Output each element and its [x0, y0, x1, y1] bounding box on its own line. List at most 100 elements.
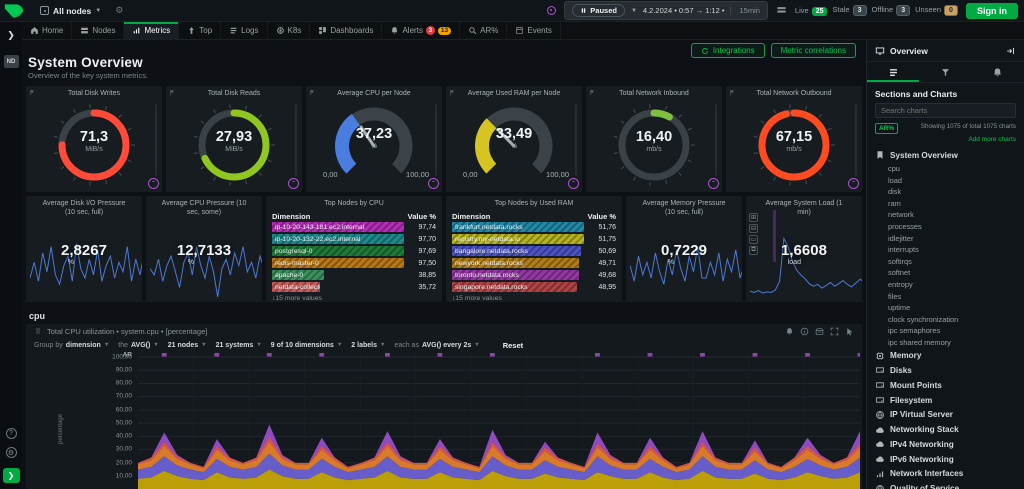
gauge-card-4[interactable]: Total Network Inbound 16,40 mb/s ⌃ [586, 86, 722, 192]
sidebar-subitem-uptime[interactable]: uptime [867, 302, 1024, 314]
sidebar-subitem-processes[interactable]: processes [867, 221, 1024, 233]
anomaly-badge[interactable]: ⌃ [568, 177, 579, 189]
top-nodes-table[interactable]: Top Nodes by Used RAM Dimension Value % f… [446, 195, 622, 302]
tab-alerts[interactable]: Alerts 3 13 [382, 22, 461, 39]
gauge-card-5[interactable]: Total Network Outbound 67,15 mb/s ⌃ [726, 86, 862, 192]
alerts-bell-icon[interactable] [785, 327, 794, 336]
node-selector[interactable]: All nodes ▼ ⚙ [40, 5, 123, 16]
groupby-dropdown[interactable]: Group by dimension ▼ [34, 342, 109, 349]
sidebar-subitem-files[interactable]: files [867, 290, 1024, 302]
node-state-filter-icon[interactable] [776, 5, 787, 16]
ar-badge[interactable]: AR% [875, 123, 899, 134]
top-nodes-table[interactable]: Top Nodes by CPU Dimension Value % ip-10-… [266, 195, 442, 302]
sidebar-section-memory[interactable]: Memory [867, 348, 1024, 363]
help-icon[interactable]: ? [5, 428, 17, 439]
node-state-unseen[interactable]: Unseen 0 [915, 5, 958, 16]
table-row[interactable]: singapore.netdata.rocks 48,95 [452, 282, 616, 293]
sidebar-subitem-interrupts[interactable]: interrupts [867, 244, 1024, 256]
pressure-card[interactable]: Average System Load (1 min) ⊞ ⊟ ▭ ⧉ 1,66… [746, 195, 862, 302]
anomaly-badge[interactable]: ⌃ [288, 177, 299, 189]
groupby-dropdown[interactable]: 21 nodes ▼ [168, 342, 207, 349]
search-input[interactable] [881, 106, 1010, 115]
sidebar-subitem-cpu[interactable]: cpu [867, 163, 1024, 175]
drag-handle-icon[interactable] [34, 327, 42, 335]
sidebar-subitem-ram[interactable]: ram [867, 198, 1024, 210]
sidebar-subitem-ipc-semaphores[interactable]: ipc semaphores [867, 325, 1024, 337]
groupby-dropdown[interactable]: 9 of 10 dimensions ▼ [271, 342, 342, 349]
sidebar-section-network-interfaces[interactable]: Network Interfaces [867, 467, 1024, 482]
tab-dashboards[interactable]: Dashboards [310, 22, 383, 39]
more-values-link[interactable]: ↓15 more values [272, 295, 436, 302]
node-state-stale[interactable]: Stale 3 [832, 5, 867, 16]
anomaly-rail[interactable] [855, 104, 857, 176]
groupby-dropdown[interactable]: 2 labels ▼ [351, 342, 385, 349]
cpu-stacked-area-chart[interactable] [138, 352, 860, 489]
anomaly-badge[interactable]: ⌃ [848, 177, 859, 189]
drawer-icon[interactable] [815, 327, 824, 336]
pointer-icon[interactable] [845, 327, 854, 336]
integrations-button[interactable]: Integrations [690, 43, 765, 58]
tab-k8s[interactable]: K8s [268, 22, 311, 39]
anomaly-rail[interactable] [155, 104, 157, 176]
anomaly-flag-icon[interactable] [449, 89, 456, 96]
sign-in-button[interactable]: Sign in [966, 2, 1018, 19]
table-row[interactable]: newyork.netdata.rocks 49,71 [452, 258, 616, 269]
metric-correlations-button[interactable]: Metric correlations [770, 43, 856, 58]
tab-nodes[interactable]: Nodes [72, 22, 125, 39]
collapse-sidebar-icon[interactable] [1006, 46, 1016, 56]
table-row[interactable]: redis-master-0 97,50 [272, 258, 436, 269]
table-row[interactable]: bangalore.netdata.rocks 50,69 [452, 246, 616, 257]
sidebar-subitem-clock-synchronization[interactable]: clock synchronization [867, 314, 1024, 326]
table-row[interactable]: ip-10-20-143-181.ec2.internal 97,74 [272, 222, 436, 233]
pressure-card[interactable]: Average Memory Pressure (10 sec, full) 0… [626, 195, 742, 302]
groupby-dropdown[interactable]: 21 systems ▼ [216, 342, 262, 349]
table-row[interactable]: toronto.netdata.rocks 49,68 [452, 270, 616, 281]
time-control[interactable]: Paused ▼ 4.2.2024 • 0:57 → 1:12 • 15min [564, 1, 768, 20]
fullscreen-icon[interactable] [830, 327, 839, 336]
node-state-offline[interactable]: Offline 3 [872, 5, 911, 16]
sidebar-subitem-entropy[interactable]: entropy [867, 279, 1024, 291]
pause-toggle[interactable]: Paused [572, 4, 625, 17]
table-row[interactable]: registry.my-netdata.io 51,75 [452, 234, 616, 245]
pressure-card[interactable]: Average CPU Pressure (10 sec, some) 12,7… [146, 195, 262, 302]
sidebar-subitem-softirqs[interactable]: softirqs [867, 256, 1024, 268]
anomaly-badge[interactable]: ⌃ [428, 177, 439, 189]
add-more-charts-link[interactable]: Add more charts [867, 134, 1024, 145]
groupby-dropdown[interactable]: the AVG() ▼ [118, 342, 159, 349]
anomaly-rail[interactable] [575, 104, 577, 176]
sidebar-subitem-network[interactable]: network [867, 209, 1024, 221]
annotation-icon[interactable]: ⊞ [749, 212, 758, 222]
gear-icon[interactable]: ⚙ [115, 5, 123, 16]
sidebar-section-ip-virtual-server[interactable]: IP Virtual Server [867, 407, 1024, 422]
cpu-section-heading[interactable]: cpu [29, 311, 862, 321]
anomaly-rail[interactable] [295, 104, 297, 176]
gauge-card-3[interactable]: Average Used RAM per Node 33,49 % 0,00 1… [446, 86, 582, 192]
sidebar-section-filesystem[interactable]: Filesystem [867, 393, 1024, 408]
sidebar-section-mount-points[interactable]: Mount Points [867, 378, 1024, 393]
groupby-dropdown[interactable]: each as AVG() every 2s ▼ [394, 342, 479, 349]
sidebar-section-ipv6-networking[interactable]: IPv6 Networking [867, 452, 1024, 467]
tab-logs[interactable]: Logs [221, 22, 268, 39]
more-values-link[interactable]: ↓15 more values [452, 295, 616, 302]
table-row[interactable]: frankfurt.netdata.rocks 51,76 [452, 222, 616, 233]
gauge-card-0[interactable]: Total Disk Writes 71,3 MiB/s ⌃ [26, 86, 162, 192]
tab-alerts[interactable] [972, 62, 1024, 82]
tab-top[interactable]: Top [179, 22, 222, 39]
tab-sections[interactable] [867, 62, 919, 82]
tab-ar-[interactable]: AR% [460, 22, 508, 39]
anomaly-flag-icon[interactable] [309, 89, 316, 96]
tab-events[interactable]: Events [507, 22, 561, 39]
anomaly-rail[interactable] [715, 104, 717, 176]
chart-search[interactable] [875, 103, 1016, 118]
anomaly-rail[interactable] [435, 104, 437, 176]
sidebar-section-networking-stack[interactable]: Networking Stack [867, 422, 1024, 437]
anomaly-flag-icon[interactable] [29, 89, 36, 96]
anomaly-flag-icon[interactable] [729, 89, 736, 96]
anomaly-flag-icon[interactable] [589, 89, 596, 96]
sidebar-section-system-overview[interactable]: System Overview [867, 148, 1024, 163]
anomaly-badge[interactable]: ⌃ [708, 177, 719, 189]
sidebar-subitem-softnet[interactable]: softnet [867, 267, 1024, 279]
node-state-live[interactable]: Live 25 [795, 6, 828, 16]
table-row[interactable]: netdata-collectors-0 35,72 [272, 282, 436, 293]
pressure-card[interactable]: Average Disk I/O Pressure (10 sec, full)… [26, 195, 142, 302]
